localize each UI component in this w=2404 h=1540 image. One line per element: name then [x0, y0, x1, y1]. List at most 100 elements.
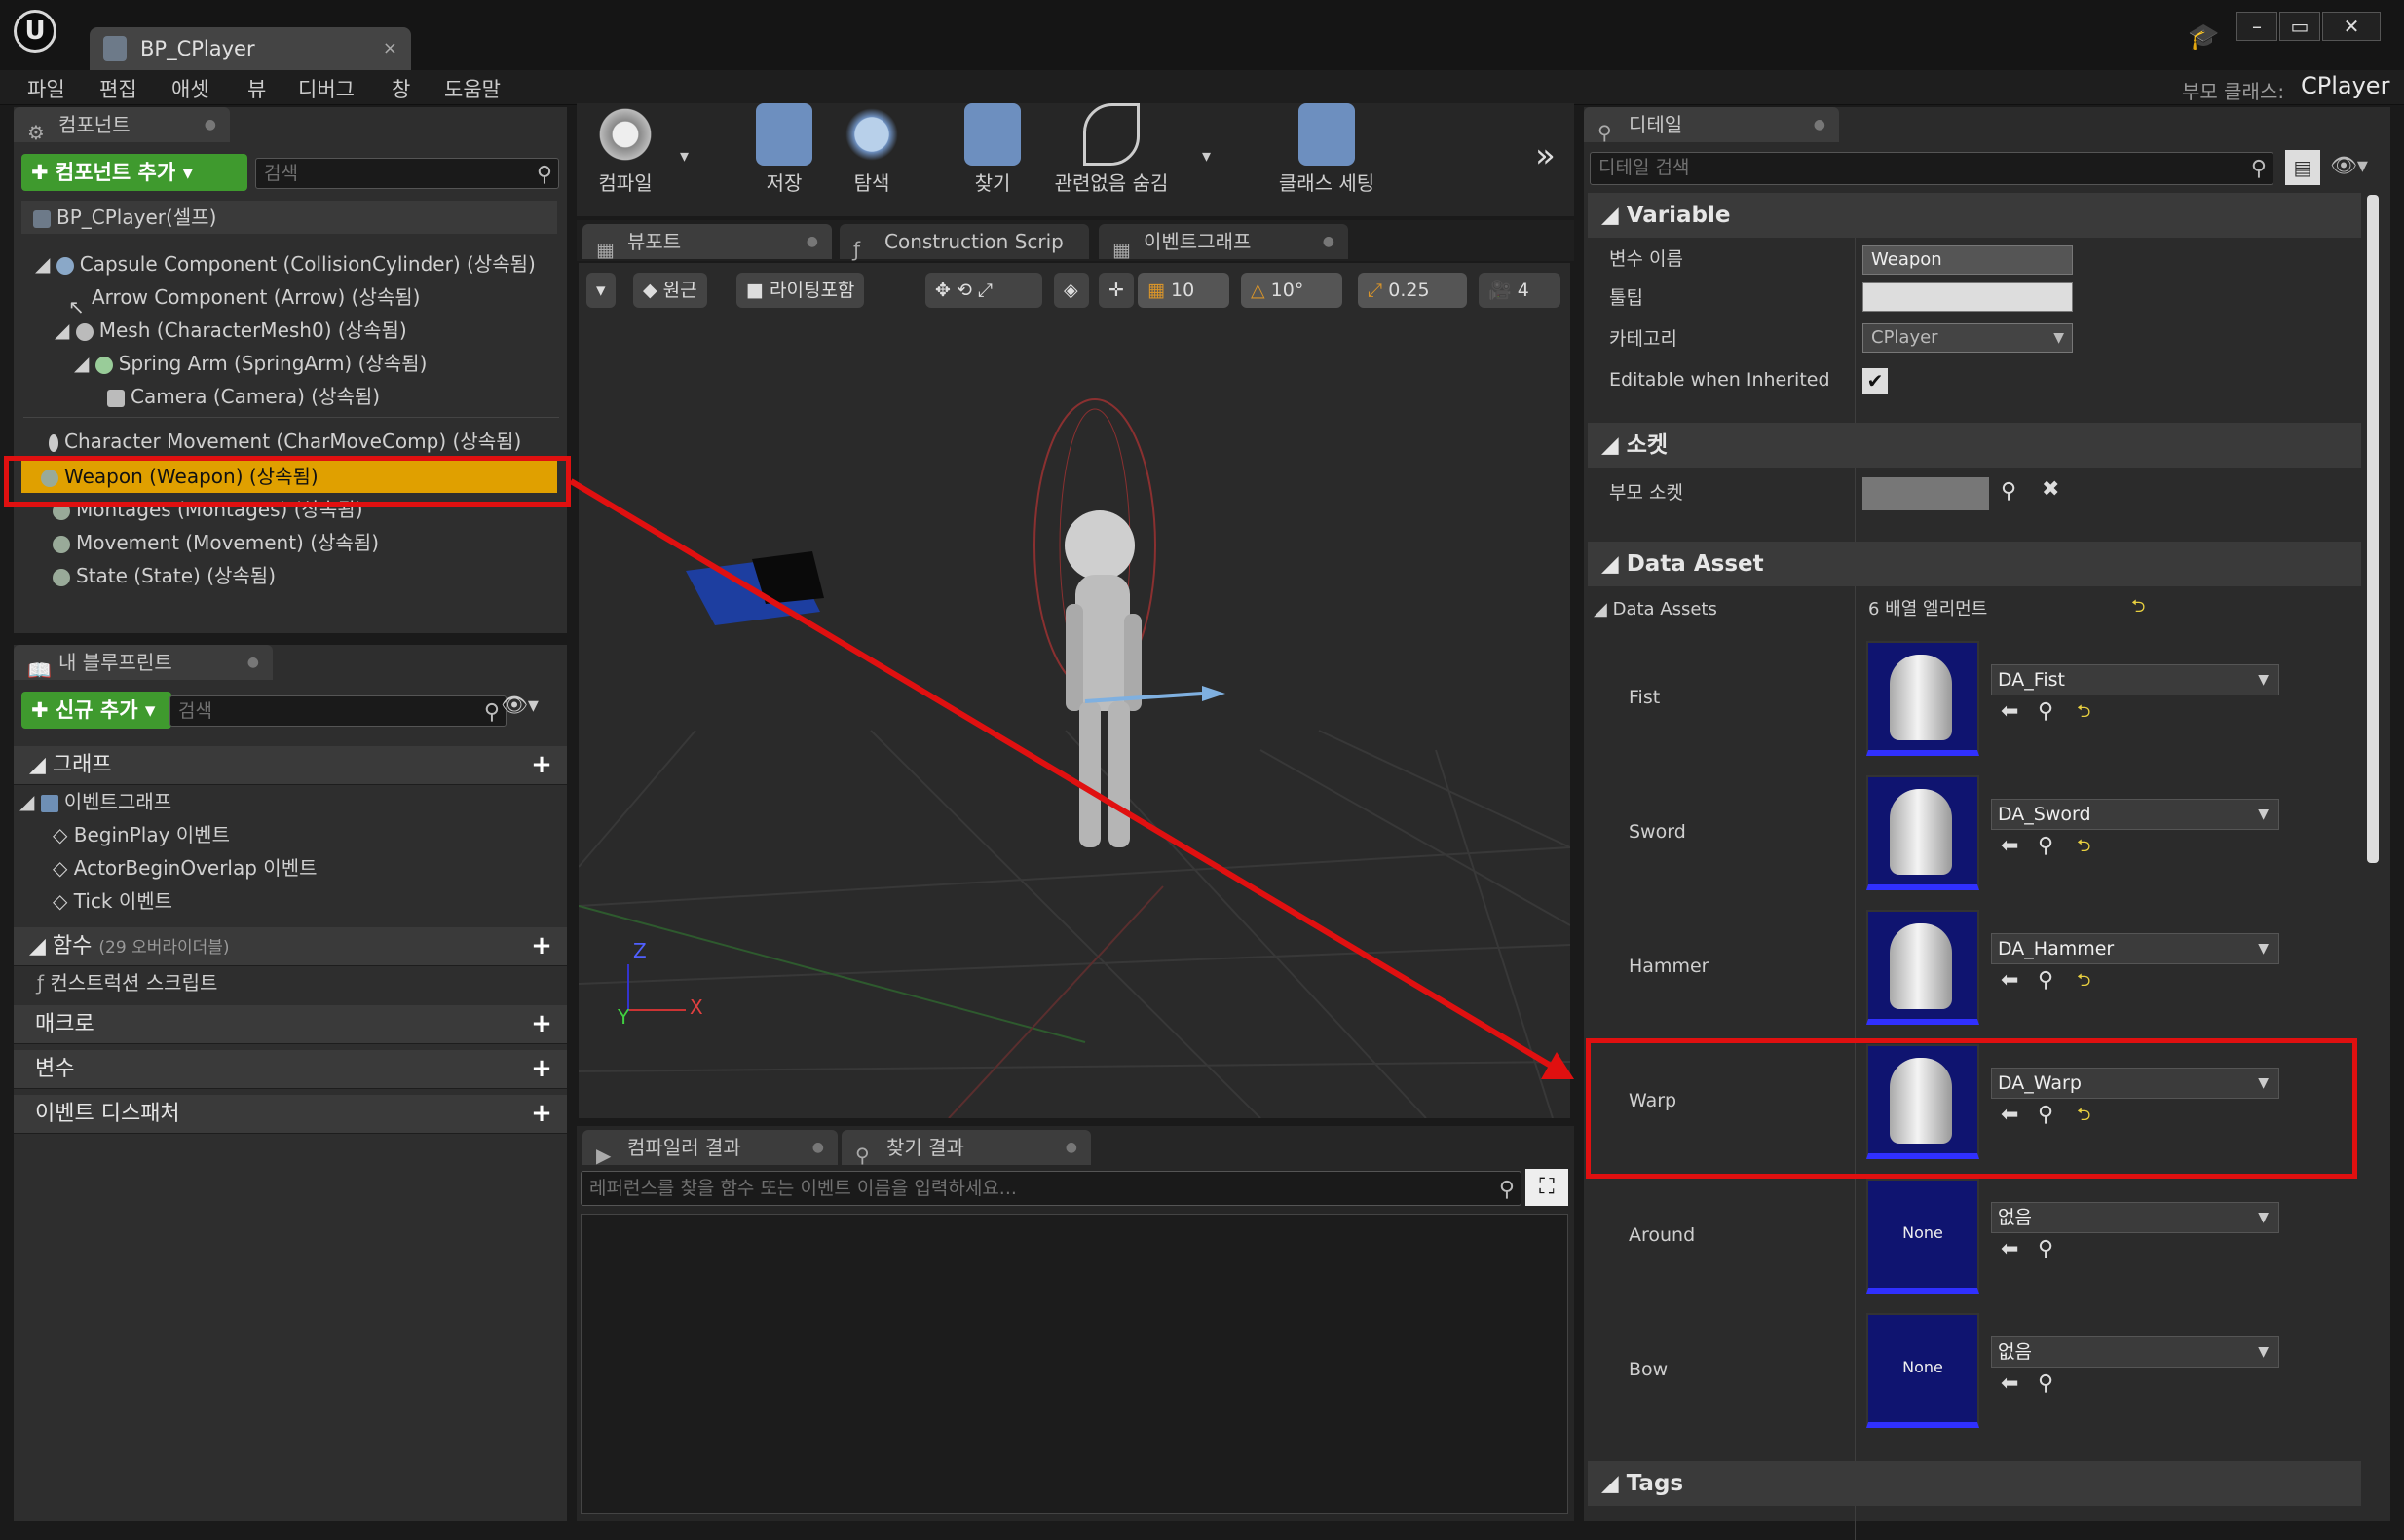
- grid-snap-button[interactable]: ▦ 10: [1138, 273, 1229, 308]
- tree-item-character-movement[interactable]: Character Movement (CharMoveComp) (상속됨): [49, 425, 521, 458]
- find-results-input[interactable]: 레퍼런스를 찾을 함수 또는 이벤트 이름을 입력하세요... ⚲: [581, 1171, 1521, 1206]
- close-icon[interactable]: ●: [1323, 224, 1334, 259]
- menu-file[interactable]: 파일: [27, 74, 65, 103]
- component-root[interactable]: BP_CPlayer(셀프): [21, 201, 557, 234]
- variables-section[interactable]: 변수 +: [14, 1050, 567, 1089]
- details-search-input[interactable]: 디테일 검색 ⚲: [1590, 152, 2273, 185]
- asset-combo-hammer[interactable]: DA_Hammer ▼: [1991, 933, 2279, 964]
- close-icon[interactable]: ●: [1066, 1130, 1077, 1165]
- variable-category[interactable]: ◢ Variable: [1588, 193, 2361, 238]
- browse-button[interactable]: 탐색: [838, 103, 906, 210]
- event-dispatchers-section[interactable]: 이벤트 디스패처 +: [14, 1095, 567, 1134]
- viewport[interactable]: ▾ ◆ 원근 ■ 라이팅포함 ✥ ⟲ ⤢ ◈ ✛ ▦ 10 △ 10° ⤢ 0.…: [579, 263, 1570, 1118]
- details-scrollbar[interactable]: [2367, 195, 2379, 863]
- hide-unrelated-button[interactable]: 관련없음 숨김: [1048, 103, 1175, 210]
- use-selected-arrow-icon[interactable]: ⬅: [2001, 1371, 2018, 1396]
- event-beginplay[interactable]: ◇ BeginPlay 이벤트: [53, 818, 230, 851]
- use-selected-arrow-icon[interactable]: ⬅: [2001, 968, 2018, 993]
- clear-icon[interactable]: ✖: [2042, 477, 2059, 502]
- asset-combo-around[interactable]: 없음 ▼: [1991, 1202, 2279, 1233]
- asset-thumbnail-around[interactable]: None: [1866, 1179, 1979, 1294]
- tab-my-blueprint[interactable]: 📖 내 블루프린트 ●: [14, 645, 273, 682]
- category-combo[interactable]: CPlayer ▼: [1862, 323, 2073, 353]
- add-new-button[interactable]: ✚ 신규 추가 ▾: [21, 692, 171, 729]
- tree-item-mesh[interactable]: ◢ Mesh (CharacterMesh0) (상속됨): [55, 314, 407, 347]
- functions-section[interactable]: ◢ 함수 (29 오버라이더블) +: [14, 927, 567, 966]
- tab-construction-script[interactable]: ƒ Construction Scrip: [840, 224, 1089, 261]
- rotation-snap-button[interactable]: △ 10°: [1241, 273, 1342, 308]
- asset-thumbnail-bow[interactable]: None: [1866, 1313, 1979, 1428]
- tab-details[interactable]: ⚲ 디테일 ●: [1584, 107, 1839, 144]
- construction-script-item[interactable]: ƒ 컨스트럭션 스크립트: [37, 966, 217, 999]
- close-window-button[interactable]: ✕: [2322, 12, 2381, 41]
- tab-find-results[interactable]: ⚲ 찾기 결과 ●: [842, 1130, 1091, 1167]
- perspective-button[interactable]: ◆ 원근: [633, 273, 707, 308]
- camera-speed-button[interactable]: 🎥 4: [1479, 273, 1560, 308]
- asset-thumbnail-sword[interactable]: [1866, 775, 1979, 890]
- menu-asset[interactable]: 애셋: [171, 74, 209, 103]
- macros-section[interactable]: 매크로 +: [14, 1005, 567, 1044]
- tab-components[interactable]: ⚙ 컴포넌트 ●: [14, 107, 230, 144]
- use-selected-arrow-icon[interactable]: ⬅: [2001, 1237, 2018, 1261]
- save-button[interactable]: 저장: [750, 103, 818, 210]
- asset-combo-fist[interactable]: DA_Fist ▼: [1991, 664, 2279, 695]
- add-macro-button[interactable]: +: [530, 1011, 553, 1036]
- tags-category[interactable]: ◢ Tags: [1588, 1461, 2361, 1506]
- reset-icon[interactable]: ⮌: [2077, 834, 2090, 863]
- lighting-mode-button[interactable]: ■ 라이팅포함: [736, 273, 865, 308]
- transform-tools[interactable]: ✥ ⟲ ⤢: [925, 273, 1042, 308]
- asset-combo-sword[interactable]: DA_Sword ▼: [1991, 799, 2279, 830]
- surface-snap-button[interactable]: ◈: [1054, 273, 1089, 308]
- browse-asset-icon[interactable]: ⚲: [2038, 1237, 2053, 1261]
- property-matrix-icon[interactable]: ▤: [2285, 150, 2320, 185]
- add-dispatcher-button[interactable]: +: [530, 1101, 553, 1126]
- eye-icon[interactable]: 👁▾: [501, 694, 539, 718]
- add-function-button[interactable]: +: [530, 933, 553, 958]
- tree-item-spring-arm[interactable]: ◢ Spring Arm (SpringArm) (상속됨): [74, 347, 427, 380]
- menu-window[interactable]: 창: [392, 74, 410, 103]
- minimize-button[interactable]: –: [2236, 12, 2277, 41]
- viewport-options-button[interactable]: ▾: [586, 273, 616, 308]
- asset-thumbnail-hammer[interactable]: [1866, 910, 1979, 1025]
- add-graph-button[interactable]: +: [530, 752, 553, 777]
- menu-view[interactable]: 뷰: [247, 74, 266, 103]
- scale-snap-button[interactable]: ⤢ 0.25: [1358, 273, 1467, 308]
- browse-asset-icon[interactable]: ⚲: [2038, 1371, 2053, 1396]
- editable-when-inherited-checkbox[interactable]: ✔: [1862, 368, 1888, 394]
- tree-item-movement[interactable]: Movement (Movement) (상속됨): [53, 526, 379, 559]
- graph-section[interactable]: ◢ 그래프 +: [14, 746, 567, 785]
- close-icon[interactable]: ●: [1814, 107, 1825, 142]
- tab-event-graph[interactable]: ▦ 이벤트그래프 ●: [1099, 224, 1348, 261]
- close-icon[interactable]: ×: [383, 27, 397, 70]
- asset-combo-bow[interactable]: 없음 ▼: [1991, 1336, 2279, 1368]
- browse-asset-icon[interactable]: ⚲: [2038, 699, 2053, 724]
- search-icon[interactable]: ⚲: [2001, 479, 2016, 504]
- document-tab[interactable]: BP_CPlayer ×: [90, 27, 411, 70]
- menu-debug[interactable]: 디버그: [298, 74, 355, 103]
- parent-class-link[interactable]: CPlayer: [2301, 72, 2389, 99]
- reset-icon[interactable]: ⮌: [2077, 699, 2090, 729]
- graduation-cap-icon[interactable]: 🎓: [2188, 23, 2219, 51]
- menu-edit[interactable]: 편집: [99, 74, 137, 103]
- maximize-button[interactable]: ▭: [2279, 12, 2320, 41]
- components-search-input[interactable]: 검색 ⚲: [255, 158, 559, 189]
- close-icon[interactable]: ●: [812, 1130, 824, 1165]
- tree-item-camera[interactable]: Camera (Camera) (상속됨): [107, 380, 380, 413]
- use-selected-arrow-icon[interactable]: ⬅: [2001, 834, 2018, 858]
- asset-thumbnail-fist[interactable]: [1866, 641, 1979, 756]
- menu-help[interactable]: 도움말: [444, 74, 501, 103]
- toolbar-overflow-icon[interactable]: »: [1535, 136, 1556, 175]
- socket-category[interactable]: ◢ 소켓: [1588, 423, 2361, 468]
- eye-icon[interactable]: 👁▾: [2330, 154, 2368, 178]
- close-icon[interactable]: ●: [807, 224, 818, 259]
- event-actor-begin-overlap[interactable]: ◇ ActorBeginOverlap 이벤트: [53, 851, 318, 884]
- tree-item-arrow[interactable]: ↖ Arrow Component (Arrow) (상속됨): [68, 281, 420, 319]
- class-settings-button[interactable]: 클래스 세팅: [1268, 103, 1385, 210]
- blueprint-search-input[interactable]: 검색 ⚲: [169, 695, 507, 727]
- data-assets-array[interactable]: ◢ Data Assets: [1594, 588, 1717, 631]
- tab-compiler-results[interactable]: ▶ 컴파일러 결과 ●: [582, 1130, 838, 1167]
- find-button[interactable]: 찾기: [958, 103, 1027, 210]
- event-graph-item[interactable]: ◢ 이벤트그래프: [19, 785, 171, 818]
- tree-item-state[interactable]: State (State) (상속됨): [53, 559, 276, 592]
- close-icon[interactable]: ●: [205, 107, 216, 142]
